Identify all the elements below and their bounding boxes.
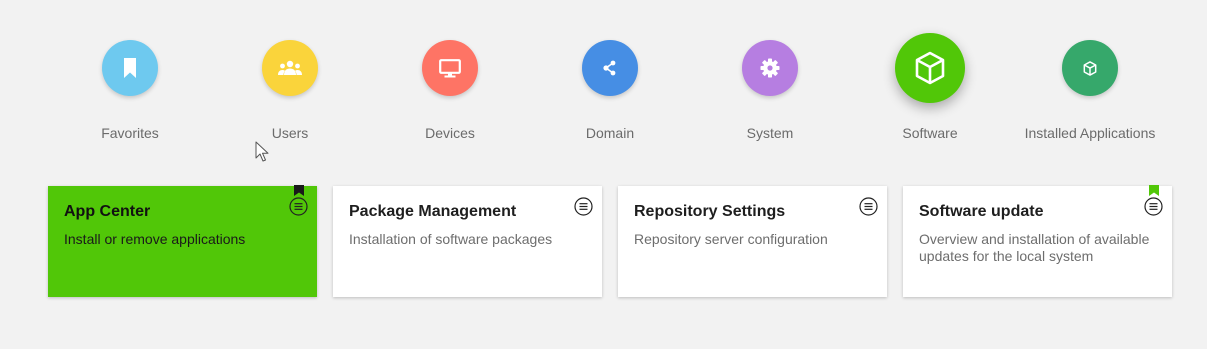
category-installed-applications[interactable]: Installed Applications [1010,40,1170,150]
tile-title: Package Management [349,203,517,220]
gear-icon [760,58,780,78]
cube-icon [1083,60,1097,76]
network-icon [603,60,616,76]
tile-title: Software update [919,203,1044,220]
menu-icon[interactable] [574,197,593,216]
category-domain-label: Domain [585,125,635,141]
bookmark-icon [294,185,304,196]
category-devices-circle[interactable] [422,40,478,96]
category-favorites-label: Favorites [101,125,159,141]
tile-description: Install or remove applications [64,231,246,247]
category-favorites-circle[interactable] [102,40,158,96]
bookmark-icon [124,58,136,78]
menu-icon[interactable] [1144,197,1163,216]
category-favorites[interactable]: Favorites [50,40,210,150]
category-system-label: System [746,125,794,141]
category-installed-applications-circle[interactable] [1062,40,1118,96]
category-domain-circle[interactable] [582,40,638,96]
bookmark-icon [1149,185,1159,196]
category-users-label: Users [271,125,309,141]
category-users-circle[interactable] [262,40,318,96]
tile-title: Repository Settings [634,203,786,220]
tile-title: App Center [64,203,151,220]
tile-software-update[interactable]: Software update Overview and installatio… [903,185,1172,297]
tile-repository-settings[interactable]: Repository Settings Repository server co… [618,186,887,297]
category-devices[interactable]: Devices [370,40,530,150]
menu-icon[interactable] [289,197,308,216]
cube-icon [915,51,945,85]
tile-description: Overview and installation of available u… [919,231,1150,264]
users-icon [278,60,302,75]
tile-package-management[interactable]: Package Management Installation of softw… [333,186,602,297]
monitor-icon [439,58,461,77]
category-users[interactable]: Users [210,40,370,150]
category-system-circle[interactable] [742,40,798,96]
tile-description: Installation of software packages [349,231,553,247]
category-installed-applications-label: Installed Applications [1024,125,1156,141]
category-software-label: Software [902,125,958,141]
mouse-cursor-icon [255,141,269,162]
category-devices-label: Devices [425,125,475,141]
category-software-circle[interactable] [895,33,965,103]
category-software[interactable]: Software [850,33,1010,150]
tile-app-center[interactable]: App Center Install or remove application… [48,185,317,297]
menu-icon[interactable] [859,197,878,216]
category-domain[interactable]: Domain [530,40,690,150]
tile-description: Repository server configuration [634,231,828,247]
category-system[interactable]: System [690,40,850,150]
